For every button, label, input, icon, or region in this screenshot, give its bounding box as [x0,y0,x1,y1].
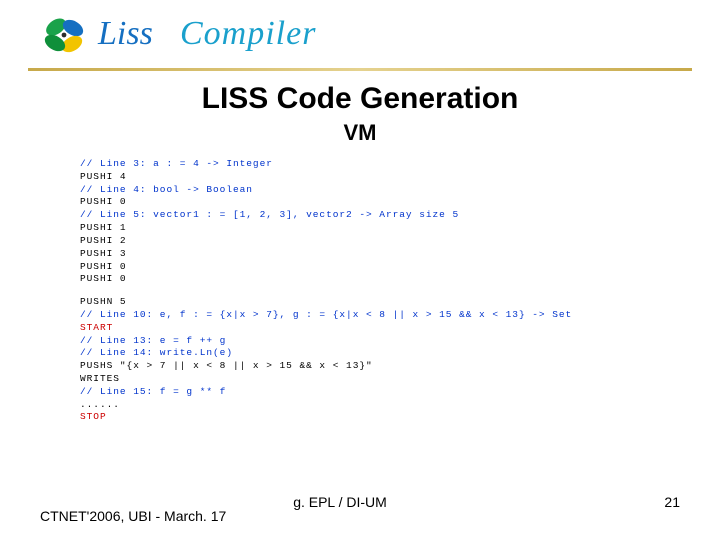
footer-pagenum: 21 [664,494,680,510]
slide-title: LISS Code Generation [0,82,720,116]
code-line: PUSHI 1 [80,222,650,235]
logo-word-liss: Liss [97,15,153,52]
liss-compiler-logo: Liss Compiler [40,8,400,62]
code-line: PUSHI 0 [80,196,650,209]
footer-org: g. EPL / DI-UM [40,494,640,510]
code-line: // Line 15: f = g ** f [80,386,650,399]
code-line: // Line 14: write.Ln(e) [80,347,650,360]
code-line: // Line 4: bool -> Boolean [80,184,650,197]
code-line: ...... [80,399,650,412]
slide-subtitle: VM [0,120,720,146]
code-line: PUSHI 3 [80,248,650,261]
code-line: PUSHI 0 [80,273,650,286]
code-line: STOP [80,411,650,424]
code-block-gap [80,286,650,296]
header-divider [28,68,692,71]
code-line: // Line 13: e = f ++ g [80,335,650,348]
vm-code-listing: // Line 3: a : = 4 -> IntegerPUSHI 4// L… [80,158,650,424]
logo-word-compiler: Compiler [180,15,316,52]
logo-bar: Liss Compiler [40,8,680,68]
code-line: // Line 5: vector1 : = [1, 2, 3], vector… [80,209,650,222]
code-line: PUSHI 0 [80,261,650,274]
footer-event: CTNET'2006, UBI - March. 17 [40,508,226,524]
code-line: WRITES [80,373,650,386]
code-line: PUSHS "{x > 7 || x < 8 || x > 15 && x < … [80,360,650,373]
code-line: // Line 3: a : = 4 -> Integer [80,158,650,171]
code-line: PUSHI 2 [80,235,650,248]
code-line: PUSHI 4 [80,171,650,184]
code-line: // Line 10: e, f : = {x|x > 7}, g : = {x… [80,309,650,322]
code-line: START [80,322,650,335]
code-line: PUSHN 5 [80,296,650,309]
